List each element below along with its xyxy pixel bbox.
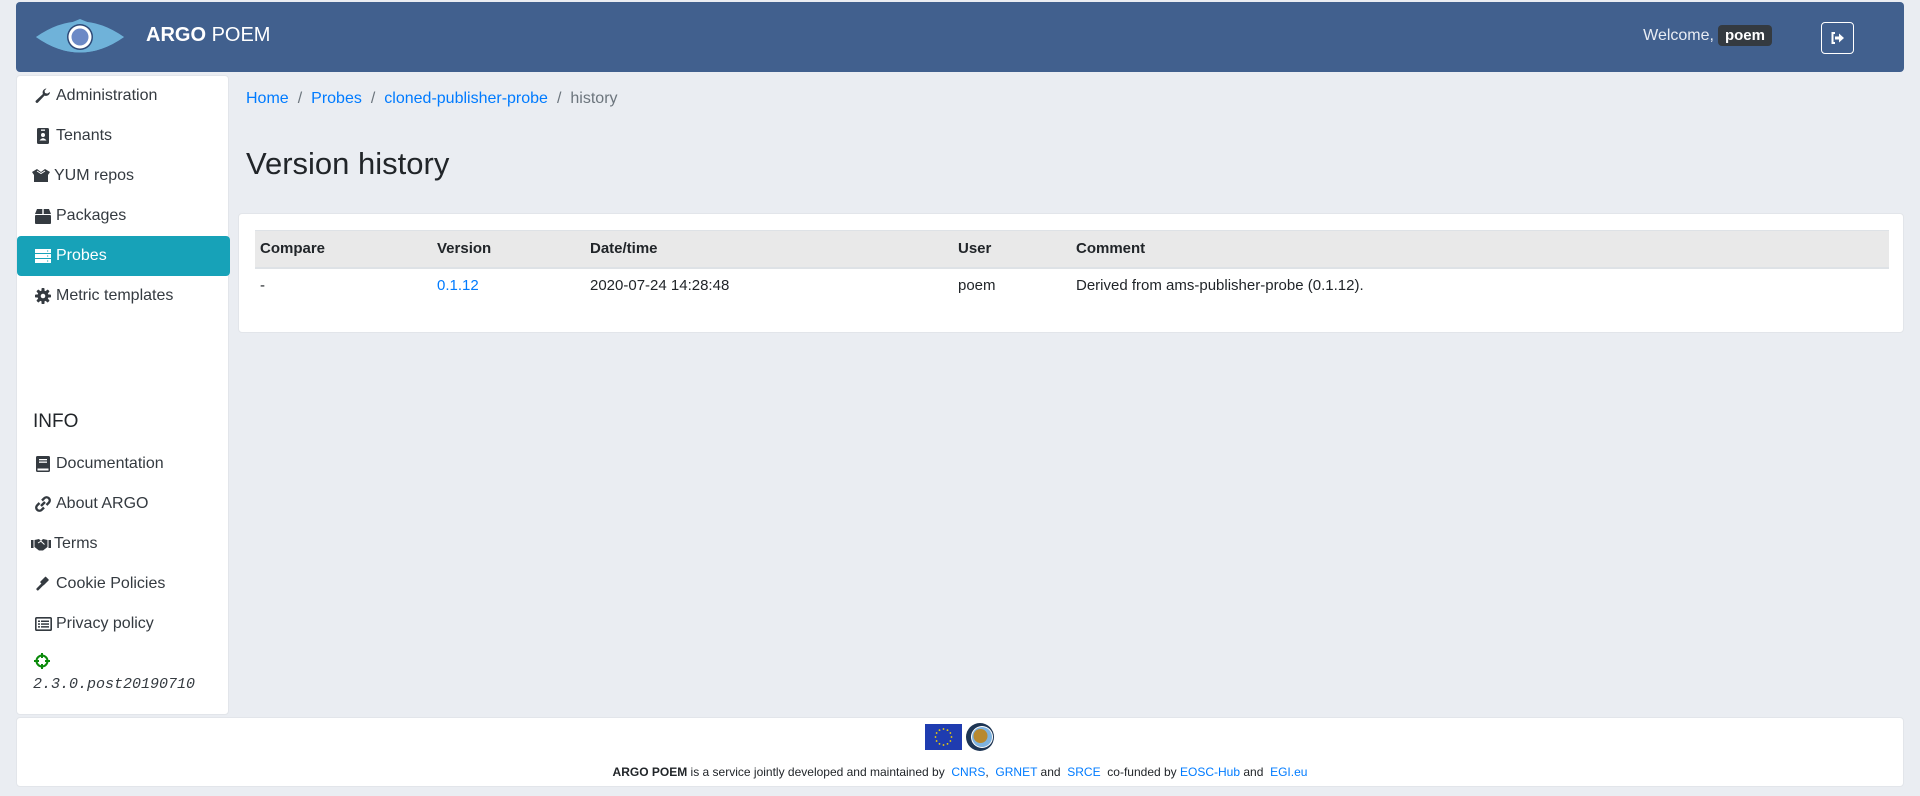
- sidebar-item-label: Packages: [56, 207, 127, 224]
- breadcrumb-probe-link[interactable]: cloned-publisher-probe: [384, 90, 548, 108]
- history-card: Compare Version Date/time User Comment -…: [238, 213, 1904, 333]
- crosshairs-icon: [34, 653, 50, 669]
- eu-flag-icon: [925, 724, 962, 750]
- eosc-hub-link[interactable]: EOSC-Hub: [1180, 765, 1240, 779]
- breadcrumb-separator: /: [370, 90, 376, 107]
- column-header-user: User: [953, 230, 1071, 269]
- compare-cell: -: [260, 277, 265, 294]
- argo-eye-logo-icon[interactable]: [34, 14, 126, 60]
- breadcrumb-separator: /: [556, 90, 562, 107]
- footer-comma: ,: [985, 765, 989, 779]
- footer-and: and: [1037, 765, 1064, 779]
- sidebar-item-documentation[interactable]: Documentation: [17, 444, 230, 484]
- sidebar-item-tenants[interactable]: Tenants: [17, 116, 230, 156]
- sidebar-item-label: Tenants: [56, 127, 113, 144]
- sidebar-item-terms[interactable]: Terms: [17, 524, 230, 564]
- welcome-message: Welcome, poem: [1643, 25, 1772, 46]
- sidebar-item-label: Terms: [54, 535, 98, 552]
- footer-brand: ARGO POEM: [612, 765, 688, 779]
- link-icon: [33, 495, 53, 513]
- sidebar-item-label: Cookie Policies: [56, 575, 166, 592]
- egi-logo-icon: [966, 723, 994, 751]
- box-icon: [33, 207, 53, 225]
- user-cell: poem: [958, 277, 996, 294]
- comment-cell: Derived from ams-publisher-probe (0.1.12…: [1076, 277, 1364, 294]
- brand-bold: ARGO: [146, 24, 206, 46]
- box-open-icon: [31, 167, 51, 185]
- datetime-cell: 2020-07-24 14:28:48: [590, 277, 730, 294]
- srce-link[interactable]: SRCE: [1067, 765, 1100, 779]
- column-header-comment: Comment: [1071, 230, 1889, 269]
- sidebar-item-label: YUM repos: [54, 167, 135, 184]
- sign-out-icon: [1831, 32, 1844, 44]
- cog-icon: [33, 287, 53, 305]
- sidebar-item-metric-templates[interactable]: Metric templates: [17, 276, 230, 316]
- brand-regular: POEM: [211, 24, 271, 46]
- sidebar-item-label: Privacy policy: [56, 615, 154, 632]
- app-version: 2.3.0.post20190710: [33, 676, 196, 693]
- footer-text-part: co-funded by: [1103, 765, 1181, 779]
- info-heading: INFO: [33, 411, 79, 432]
- column-header-version: Version: [432, 230, 585, 269]
- breadcrumb-probes-link[interactable]: Probes: [311, 90, 362, 108]
- column-header-compare: Compare: [255, 230, 432, 269]
- sidebar-item-yum-repos[interactable]: YUM repos: [17, 156, 230, 196]
- egi-link[interactable]: EGI.eu: [1270, 765, 1307, 779]
- breadcrumb-separator: /: [297, 90, 303, 107]
- brand-title[interactable]: ARGO POEM: [146, 24, 270, 47]
- sidebar-item-administration[interactable]: Administration: [17, 76, 230, 116]
- wrench-icon: [33, 87, 53, 105]
- gavel-icon: [33, 575, 53, 593]
- sidebar-item-probes[interactable]: Probes: [17, 236, 230, 276]
- cnrs-link[interactable]: CNRS: [951, 765, 985, 779]
- footer-logos: [925, 722, 995, 752]
- version-link[interactable]: 0.1.12: [437, 277, 479, 294]
- page-title: Version history: [246, 146, 450, 181]
- id-badge-icon: [33, 127, 53, 145]
- sidebar-item-privacy-policy[interactable]: Privacy policy: [17, 604, 230, 644]
- sidebar-item-cookie-policies[interactable]: Cookie Policies: [17, 564, 230, 604]
- book-icon: [33, 455, 53, 473]
- username-badge: poem: [1717, 25, 1772, 46]
- sidebar-item-label: Administration: [56, 87, 158, 104]
- breadcrumb-current: history: [570, 90, 618, 107]
- sidebar-item-packages[interactable]: Packages: [17, 196, 230, 236]
- welcome-label: Welcome,: [1643, 26, 1714, 44]
- sidebar-item-label: Metric templates: [56, 287, 174, 304]
- sidebar-item-label: Probes: [56, 247, 107, 264]
- footer-text-part: is a service jointly developed and maint…: [687, 765, 949, 779]
- logout-button[interactable]: [1821, 22, 1854, 54]
- footer-text: ARGO POEM is a service jointly developed…: [17, 765, 1903, 779]
- footer: ARGO POEM is a service jointly developed…: [16, 717, 1904, 787]
- column-header-datetime: Date/time: [585, 230, 953, 269]
- version-cell: 0.1.12: [432, 268, 585, 303]
- grnet-link[interactable]: GRNET: [995, 765, 1037, 779]
- top-navbar: ARGO POEM Welcome, poem: [16, 2, 1904, 72]
- handshake-icon: [31, 535, 51, 553]
- footer-and: and: [1240, 765, 1267, 779]
- sidebar-item-label: About ARGO: [56, 495, 149, 512]
- list-alt-icon: [33, 615, 53, 633]
- server-icon: [33, 247, 53, 265]
- sidebar: Administration Tenants YUM repos Package…: [16, 75, 230, 715]
- table-row: - 0.1.12 2020-07-24 14:28:48 poem Derive…: [255, 268, 1889, 303]
- sidebar-item-about-argo[interactable]: About ARGO: [17, 484, 230, 524]
- table-header-row: Compare Version Date/time User Comment: [255, 230, 1889, 269]
- breadcrumb: Home / Probes / cloned-publisher-probe /…: [246, 90, 618, 108]
- version-history-table: Compare Version Date/time User Comment -…: [255, 230, 1889, 303]
- sidebar-item-label: Documentation: [56, 455, 164, 472]
- breadcrumb-home-link[interactable]: Home: [246, 90, 289, 108]
